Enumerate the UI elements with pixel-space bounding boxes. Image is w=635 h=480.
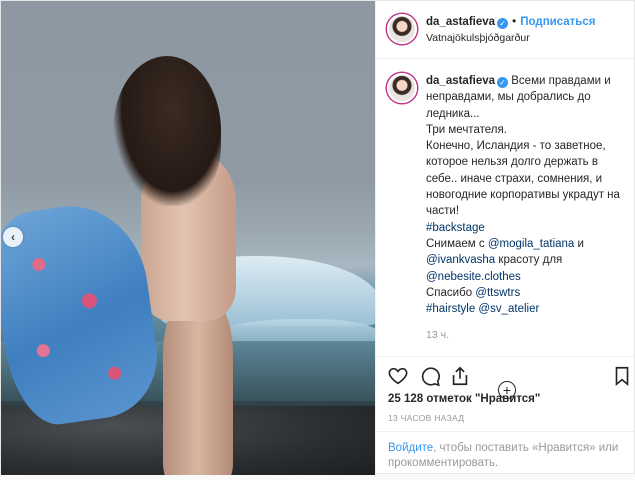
bookmark-icon[interactable] (611, 365, 633, 387)
share-icon[interactable] (449, 365, 471, 387)
likes-count[interactable]: 25 128 отметок "Нравится" (388, 393, 540, 405)
woman-hair (113, 56, 221, 206)
login-prompt: Войдите, чтобы поставить «Нравится» или … (376, 431, 635, 480)
verified-icon: ✓ (497, 18, 509, 29)
caption-block: da_astafieva ✓ Всеми правдами и неправдам… (376, 59, 635, 399)
username[interactable]: da_astafieva (426, 16, 495, 28)
post-time-ago: 13 ЧАСОВ НАЗАД (388, 413, 465, 423)
separator-dot: • (512, 14, 517, 28)
mention-ttswtrs[interactable]: @ttswtrs (475, 287, 520, 299)
caption-and: и (577, 237, 584, 250)
caption-line3: Конечно, Исландия - то заветное, которое… (426, 140, 620, 218)
woman-legs (163, 301, 233, 475)
caption-beauty-for: красоту для (498, 254, 563, 267)
mention-ivankvasha[interactable]: @ivankvasha (426, 254, 495, 266)
login-link[interactable]: Войдите (388, 442, 433, 454)
action-icons (387, 365, 629, 389)
verified-icon: ✓ (497, 77, 509, 88)
instagram-post: ‹ da_astafieva ✓ • Подписаться Vatnajökulsþ… (0, 0, 635, 475)
heart-icon[interactable] (387, 365, 409, 387)
post-photo[interactable]: ‹ (1, 1, 375, 475)
caption-thanks: Спасибо (426, 286, 473, 299)
post-sidebar: da_astafieva ✓ • Подписаться Vatnajökulsþjó… (375, 1, 635, 475)
post-header: da_astafieva ✓ • Подписаться Vatnajökulsþjó… (376, 1, 635, 59)
caption-shot-by: Снимаем с (426, 237, 485, 250)
hashtag-hairstyle[interactable]: #hairstyle (426, 303, 475, 315)
mention-sv-atelier[interactable]: @sv_atelier (478, 303, 539, 315)
avatar[interactable] (387, 14, 417, 44)
hashtag-backstage[interactable]: #backstage (426, 222, 485, 234)
mention-nebesite[interactable]: @nebesite.clothes (426, 271, 521, 283)
mention-mogila[interactable]: @mogila_tatiana (488, 238, 574, 250)
follow-button[interactable]: Подписаться (520, 16, 595, 28)
post-actions: 25 128 отметок "Нравится" 13 ЧАСОВ НАЗАД… (376, 356, 635, 474)
comment-icon[interactable] (419, 365, 441, 387)
caption-username[interactable]: da_astafieva (426, 75, 495, 87)
caption-time: 13 ч. (426, 329, 449, 342)
caption-text: da_astafieva ✓ Всеми правдами и неправдам… (426, 73, 624, 317)
location-link[interactable]: Vatnajökulsþjóðgarður (426, 32, 530, 44)
chevron-left-icon[interactable]: ‹ (3, 227, 23, 247)
caption-line2: Три мечтателя. (426, 123, 507, 136)
avatar[interactable] (387, 73, 417, 103)
